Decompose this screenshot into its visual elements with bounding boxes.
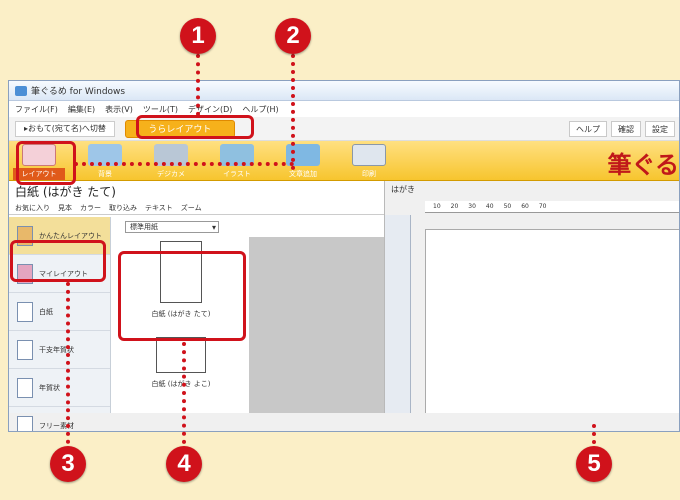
landscape-card-icon [156, 337, 206, 373]
callout-1: 1 [180, 18, 216, 54]
ribbon-print-button[interactable]: 印刷 [343, 142, 395, 180]
main-area: 白紙 (はがき たて) お気に入り 見本 カラー 取り込み テキスト ズーム か… [9, 181, 679, 431]
help-button[interactable]: ヘルプ [569, 121, 607, 137]
sidebar-item-free[interactable]: フリー素材 [9, 407, 110, 431]
paper-filter-select[interactable]: 標準用紙 [125, 221, 219, 233]
horizontal-ruler: 10 20 30 40 50 60 70 [425, 201, 679, 213]
page-icon [17, 301, 33, 322]
highlight-tab [136, 115, 254, 139]
ruler-mark: 70 [538, 203, 547, 210]
ribbon: レイアウト 背景 デジカメ イラスト 文章追加 印刷 筆ぐる [9, 141, 679, 181]
ruler-mark: 60 [521, 203, 529, 210]
page-icon [17, 377, 33, 398]
menu-bar: ファイル(F) 編集(E) 表示(V) ツール(T) デザイン(D) ヘルプ(H… [9, 101, 679, 117]
connector-1 [196, 54, 200, 116]
app-icon [15, 85, 27, 96]
connector-4 [182, 342, 186, 444]
sample-tool[interactable]: 見本 [58, 203, 72, 213]
zoom-tool[interactable]: ズーム [181, 203, 202, 213]
ruler-mark: 30 [468, 203, 476, 210]
ribbon-label: イラスト [223, 170, 251, 178]
sidebar-item-label: 白紙 [39, 307, 53, 316]
ribbon-label: 背景 [98, 170, 112, 178]
connector-2 [291, 54, 295, 170]
check-button[interactable]: 確認 [611, 121, 641, 137]
switch-to-front-button[interactable]: ▸おもて(宛て名)へ切替 [15, 120, 115, 137]
nav-toolbar: ▸おもて(宛て名)へ切替 うらレイアウト ヘルプ 確認 設定 [9, 117, 679, 141]
ruler-mark: 50 [503, 203, 512, 210]
favorites-tool[interactable]: お気に入り [15, 203, 50, 213]
connector-2-horizontal [74, 162, 294, 166]
menu-edit[interactable]: 編集(E) [68, 104, 95, 115]
import-tool[interactable]: 取り込み [109, 203, 137, 213]
menu-design[interactable]: デザイン(D) [188, 104, 232, 115]
ribbon-label: デジカメ [157, 170, 185, 178]
app-window: 筆ぐるめ for Windows ファイル(F) 編集(E) 表示(V) ツール… [8, 80, 680, 432]
printer-icon [352, 144, 386, 166]
ribbon-camera-button[interactable]: デジカメ [145, 142, 197, 180]
thumbnail-landscape[interactable]: 白紙 (はがき よこ) [129, 337, 233, 389]
text-tool[interactable]: テキスト [145, 203, 173, 213]
ruler-mark: 40 [485, 203, 494, 210]
callout-2: 2 [275, 18, 311, 54]
brand-logo: 筆ぐる [607, 150, 679, 179]
panel-empty-area [249, 237, 384, 413]
ribbon-label: 印刷 [362, 170, 376, 178]
preview-title: はがき [391, 184, 415, 194]
callout-3: 3 [50, 446, 86, 482]
page-icon [17, 339, 33, 360]
sidebar-item-label: 年賀状 [39, 383, 60, 392]
settings-button[interactable]: 設定 [645, 121, 675, 137]
connector-5 [592, 424, 596, 444]
preview-panel: はがき 10 20 30 40 50 60 70 [385, 181, 679, 413]
sidebar-item-zodiac[interactable]: 干支年賀状 [9, 331, 110, 369]
ribbon-illustration-button[interactable]: イラスト [211, 142, 263, 180]
ribbon-label: 文章追加 [289, 170, 317, 178]
highlight-layout-button [16, 141, 76, 185]
callout-4: 4 [166, 446, 202, 482]
window-title: 筆ぐるめ for Windows [31, 87, 126, 97]
postcard-canvas[interactable] [425, 229, 679, 413]
menu-help[interactable]: ヘルプ(H) [242, 104, 278, 115]
toolbar-right: ヘルプ 確認 設定 [569, 121, 675, 137]
panel-toolbar: お気に入り 見本 カラー 取り込み テキスト ズーム [9, 201, 384, 215]
ruler-mark: 20 [450, 203, 459, 210]
ruler-mark: 10 [433, 203, 441, 210]
page-icon [17, 415, 33, 431]
connector-3 [66, 282, 70, 444]
sidebar-item-new-year[interactable]: 年賀状 [9, 369, 110, 407]
menu-file[interactable]: ファイル(F) [15, 104, 58, 115]
sidebar-item-blank[interactable]: 白紙 [9, 293, 110, 331]
callout-5: 5 [576, 446, 612, 482]
highlight-thumbnail [118, 251, 246, 341]
ribbon-text-add-button[interactable]: 文章追加 [277, 142, 329, 180]
color-tool[interactable]: カラー [80, 203, 101, 213]
thumbnail-label: 白紙 (はがき よこ) [151, 380, 211, 388]
menu-tools[interactable]: ツール(T) [143, 104, 178, 115]
highlight-sidebar-item [10, 240, 106, 282]
title-bar: 筆ぐるめ for Windows [9, 81, 679, 101]
sidebar-item-label: かんたんレイアウト [39, 231, 102, 240]
menu-view[interactable]: 表示(V) [105, 104, 133, 115]
ribbon-background-button[interactable]: 背景 [79, 142, 131, 180]
vertical-ruler [385, 215, 411, 413]
